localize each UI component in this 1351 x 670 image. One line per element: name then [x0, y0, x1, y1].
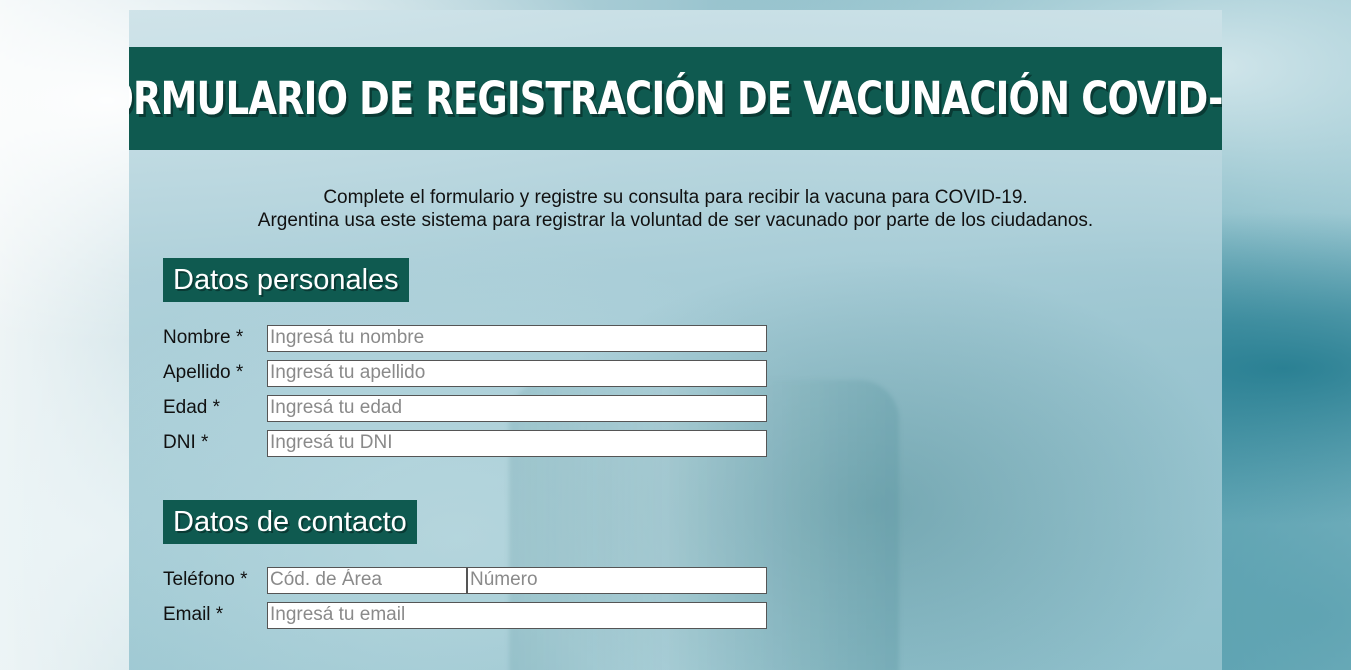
phone-number-input[interactable] [467, 566, 767, 594]
telefono-row: Teléfono * [163, 566, 767, 594]
apellido-row: Apellido * [163, 359, 767, 387]
edad-input[interactable] [267, 394, 767, 422]
email-row: Email * [163, 601, 767, 629]
form-panel: Formulario de registración de vacunación… [129, 10, 1222, 670]
apellido-label: Apellido * [163, 362, 244, 383]
email-input[interactable] [267, 601, 767, 629]
dni-row: DNI * [163, 429, 767, 457]
edad-label: Edad * [163, 397, 221, 418]
section-heading-personal: Datos personales [163, 258, 409, 302]
edad-row: Edad * [163, 394, 767, 422]
email-label: Email * [163, 604, 224, 625]
section-heading-contact: Datos de contacto [163, 500, 417, 544]
intro-line-1: Complete el formulario y registre su con… [323, 187, 1028, 208]
nombre-label: Nombre * [163, 327, 244, 348]
area-code-input[interactable] [267, 566, 467, 594]
nombre-row: Nombre * [163, 324, 767, 352]
intro-text: Complete el formulario y registre su con… [129, 186, 1222, 232]
page-title: Formulario de registración de vacunación… [129, 72, 1222, 125]
dni-label: DNI * [163, 432, 209, 453]
nombre-input[interactable] [267, 324, 767, 352]
telefono-label: Teléfono * [163, 569, 248, 590]
apellido-input[interactable] [267, 359, 767, 387]
dni-input[interactable] [267, 429, 767, 457]
page-header: Formulario de registración de vacunación… [129, 47, 1222, 150]
intro-line-2: Argentina usa este sistema para registra… [257, 210, 1094, 231]
